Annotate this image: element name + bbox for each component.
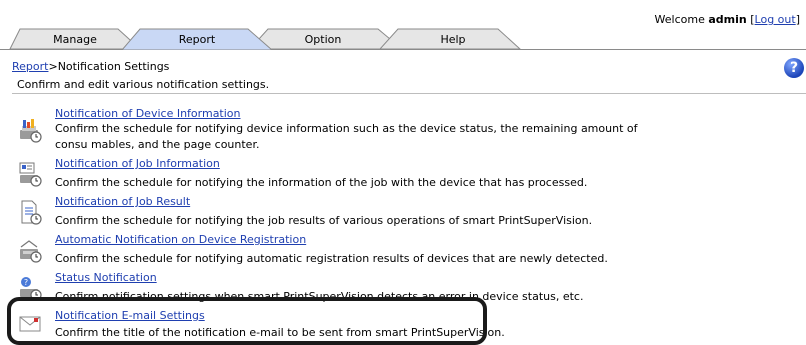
tab-report[interactable]: Report	[152, 33, 242, 46]
tab-bar: Manage Report Option Help	[0, 25, 806, 50]
list-item: Notification of Job Information Confirm …	[17, 157, 717, 189]
page-subtitle: Confirm and edit various notification se…	[17, 78, 270, 91]
breadcrumb-current: Notification Settings	[57, 60, 170, 73]
job-result-icon	[21, 200, 42, 225]
device-registration-icon	[20, 240, 42, 263]
tab-manage[interactable]: Manage	[30, 33, 120, 46]
list-item: Automatic Notification on Device Registr…	[17, 233, 717, 265]
breadcrumb-report-link[interactable]: Report	[12, 60, 48, 73]
breadcrumb-separator: >	[48, 60, 58, 73]
link-status-notification[interactable]: Status Notification	[55, 271, 157, 284]
item-description: Confirm the schedule for notifying devic…	[55, 122, 638, 151]
highlight-box	[7, 297, 487, 345]
job-information-icon	[19, 162, 42, 187]
link-device-registration[interactable]: Automatic Notification on Device Registr…	[55, 233, 306, 246]
tab-help[interactable]: Help	[408, 33, 498, 46]
item-description: Confirm the schedule for notifying the j…	[55, 214, 593, 227]
svg-text:?: ?	[24, 278, 28, 287]
tab-shapes	[0, 28, 806, 50]
item-description: Confirm the schedule for notifying the i…	[55, 176, 588, 189]
list-item: Notification of Device Information Confi…	[17, 107, 717, 153]
item-description: Confirm the schedule for notifying autom…	[55, 252, 608, 265]
help-icon[interactable]: ?	[784, 58, 804, 78]
list-item: Notification of Job Result Confirm the s…	[17, 195, 717, 227]
link-job-result[interactable]: Notification of Job Result	[55, 195, 190, 208]
device-information-icon	[20, 119, 42, 143]
divider	[12, 93, 806, 94]
tab-option[interactable]: Option	[278, 33, 368, 46]
link-device-information[interactable]: Notification of Device Information	[55, 107, 241, 120]
link-job-information[interactable]: Notification of Job Information	[55, 157, 220, 170]
breadcrumb: Report>Notification Settings	[12, 60, 169, 73]
